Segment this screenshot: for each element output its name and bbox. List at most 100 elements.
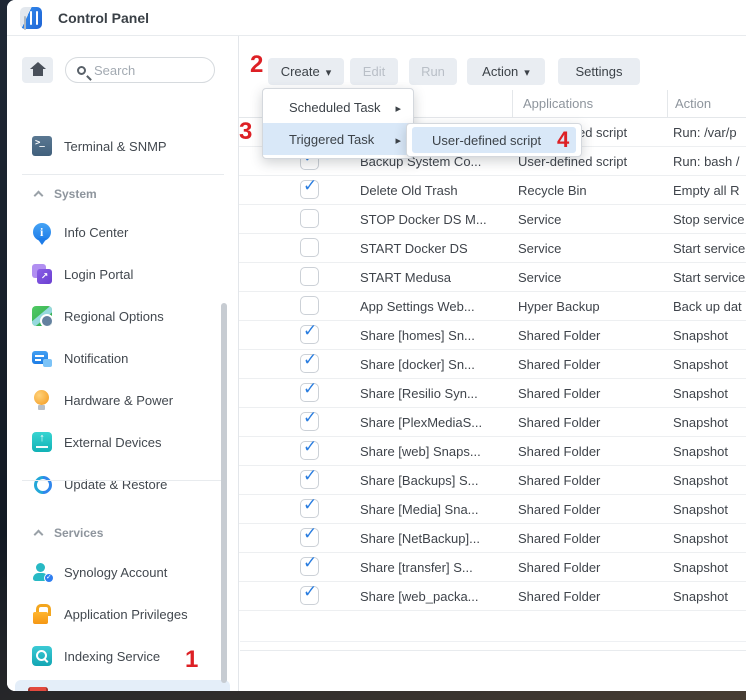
run-button[interactable]: Run (409, 58, 457, 85)
row-checkbox[interactable] (300, 325, 319, 344)
row-checkbox[interactable] (300, 296, 319, 315)
applications-cell: Shared Folder (518, 350, 668, 379)
row-checkbox[interactable] (300, 180, 319, 199)
table-row[interactable]: Share [docker] Sn... Shared Folder Snaps… (239, 350, 746, 379)
applications-cell: Shared Folder (518, 466, 668, 495)
account-check-icon (32, 562, 52, 582)
sidebar-item-external-devices[interactable]: External Devices (7, 425, 238, 459)
sidebar-item-task-scheduler[interactable]: Task Scheduler (15, 680, 230, 691)
sidebar-item-notification[interactable]: Notification (7, 341, 238, 375)
column-header-applications[interactable]: Applications (523, 96, 593, 111)
applications-cell: Shared Folder (518, 437, 668, 466)
applications-cell: Recycle Bin (518, 176, 668, 205)
submenu-arrow-icon (395, 132, 401, 147)
action-cell: Snapshot (673, 582, 746, 611)
row-checkbox[interactable] (300, 470, 319, 489)
action-cell: Back up dat (673, 292, 746, 321)
sidebar-item-info-center[interactable]: Info Center (7, 215, 238, 249)
column-header-action[interactable]: Action (675, 96, 711, 111)
control-panel-window: Control Panel Terminal & SNMP System Inf… (7, 0, 746, 691)
applications-cell: Service (518, 263, 668, 292)
section-header-services[interactable]: Services (7, 524, 238, 542)
action-button[interactable]: Action (467, 58, 545, 85)
row-checkbox[interactable] (300, 528, 319, 547)
menu-item-triggered-task[interactable]: Triggered Task (263, 123, 413, 155)
table-row[interactable]: START Docker DS Service Start service (239, 234, 746, 263)
task-name-cell: START Docker DS (360, 234, 512, 263)
table-row[interactable]: Share [homes] Sn... Shared Folder Snapsh… (239, 321, 746, 350)
task-name-cell: Share [transfer] S... (360, 553, 512, 582)
task-name-cell: Delete Old Trash (360, 176, 512, 205)
menu-item-scheduled-task[interactable]: Scheduled Task (263, 91, 413, 123)
applications-cell: Hyper Backup (518, 292, 668, 321)
row-checkbox[interactable] (300, 267, 319, 286)
action-cell: Snapshot (673, 408, 746, 437)
table-row[interactable]: Share [PlexMediaS... Shared Folder Snaps… (239, 408, 746, 437)
settings-button[interactable]: Settings (558, 58, 640, 85)
row-checkbox[interactable] (300, 412, 319, 431)
search-box[interactable] (65, 57, 215, 83)
submenu-arrow-icon (395, 100, 401, 115)
sidebar-scrollbar[interactable] (221, 303, 227, 683)
sidebar-item-application-privileges[interactable]: Application Privileges (7, 597, 238, 631)
control-panel-icon (20, 7, 42, 29)
action-cell: Snapshot (673, 321, 746, 350)
table-row[interactable]: START Medusa Service Start service (239, 263, 746, 292)
action-cell: Snapshot (673, 379, 746, 408)
sidebar-item-update-restore[interactable]: Update & Restore (7, 467, 238, 501)
row-checkbox[interactable] (300, 499, 319, 518)
action-cell: Run: /var/p (673, 118, 746, 147)
table-row[interactable]: Share [Media] Sna... Shared Folder Snaps… (239, 495, 746, 524)
task-name-cell: Share [web_packa... (360, 582, 512, 611)
table-row[interactable]: Share [web] Snaps... Shared Folder Snaps… (239, 437, 746, 466)
chat-bubbles-icon (32, 348, 52, 368)
table-row[interactable]: Delete Old Trash Recycle Bin Empty all R (239, 176, 746, 205)
sidebar-item-indexing-service[interactable]: Indexing Service (7, 639, 238, 673)
home-button[interactable] (22, 57, 53, 83)
info-pin-icon (33, 223, 51, 241)
action-cell: Run: bash / (673, 147, 746, 176)
task-name-cell: STOP Docker DS M... (360, 205, 512, 234)
sidebar-item-hardware-power[interactable]: Hardware & Power (7, 383, 238, 417)
action-cell: Empty all R (673, 176, 746, 205)
home-icon (30, 62, 46, 69)
row-checkbox[interactable] (300, 586, 319, 605)
row-checkbox[interactable] (300, 238, 319, 257)
edit-button[interactable]: Edit (350, 58, 398, 85)
row-checkbox[interactable] (300, 557, 319, 576)
table-row[interactable]: App Settings Web... Hyper Backup Back up… (239, 292, 746, 321)
sync-arrows-icon (32, 474, 52, 494)
row-checkbox[interactable] (300, 354, 319, 373)
sidebar-item-regional-options[interactable]: Regional Options (7, 299, 238, 333)
search-icon (77, 66, 86, 75)
row-checkbox[interactable] (300, 441, 319, 460)
task-name-cell: Share [homes] Sn... (360, 321, 512, 350)
applications-cell: Service (518, 205, 668, 234)
triggered-task-submenu: User-defined script 4 (406, 123, 582, 157)
row-checkbox[interactable] (300, 383, 319, 402)
lightbulb-icon (32, 390, 52, 410)
table-row[interactable]: Share [Resilio Syn... Shared Folder Snap… (239, 379, 746, 408)
section-header-system[interactable]: System (7, 185, 238, 203)
chevron-up-icon (34, 530, 44, 540)
search-input[interactable] (94, 63, 194, 78)
task-name-cell: Share [docker] Sn... (360, 350, 512, 379)
create-button[interactable]: Create (268, 58, 344, 85)
table-row[interactable]: Share [transfer] S... Shared Folder Snap… (239, 553, 746, 582)
divider (22, 480, 224, 481)
task-name-cell: Share [NetBackup]... (360, 524, 512, 553)
table-row[interactable]: STOP Docker DS M... Service Stop service (239, 205, 746, 234)
task-name-cell: Share [web] Snaps... (360, 437, 512, 466)
table-row[interactable]: Share [Backups] S... Shared Folder Snaps… (239, 466, 746, 495)
row-checkbox[interactable] (300, 209, 319, 228)
menu-item-user-defined-script[interactable]: User-defined script (412, 127, 576, 153)
caret-down-icon (524, 64, 530, 79)
sidebar: Terminal & SNMP System Info Center Login… (7, 36, 238, 691)
applications-cell: Service (518, 234, 668, 263)
sidebar-item-synology-account[interactable]: Synology Account (7, 555, 238, 589)
sidebar-item-login-portal[interactable]: Login Portal (7, 257, 238, 291)
column-divider (667, 90, 668, 118)
table-row[interactable]: Share [web_packa... Shared Folder Snapsh… (239, 582, 746, 611)
table-row[interactable]: Share [NetBackup]... Shared Folder Snaps… (239, 524, 746, 553)
sidebar-item-terminal-snmp[interactable]: Terminal & SNMP (7, 129, 238, 163)
